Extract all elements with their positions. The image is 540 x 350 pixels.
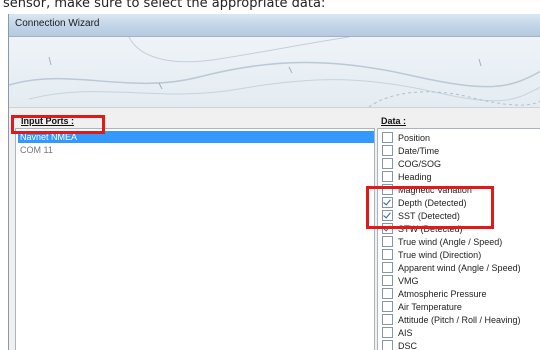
data-item-label: True wind (Direction) [398,249,482,260]
list-item-com11[interactable]: COM 11 [18,144,53,156]
data-item-label: Date/Time [398,145,440,156]
checkbox[interactable] [382,275,393,286]
checkbox[interactable] [382,236,393,247]
data-item-label: Heading [398,171,432,182]
checkbox[interactable] [382,262,393,273]
checkbox[interactable] [382,288,393,299]
annotation-highlight-port [11,115,105,134]
checkbox[interactable] [382,249,393,260]
data-item-label: DSC [398,340,418,350]
data-item[interactable]: True wind (Direction) [382,248,481,261]
data-item-label: Apparent wind (Angle / Speed) [398,262,521,273]
checkbox[interactable] [382,145,393,156]
connection-wizard-window: Connection Wizard Input Ports : Navnet N… [8,14,540,350]
data-item[interactable]: Apparent wind (Angle / Speed) [382,261,521,274]
input-ports-list[interactable]: Navnet NMEA COM 11 [15,128,375,350]
data-item[interactable]: Heading [382,170,432,183]
nautical-chart-image [9,37,540,107]
annotation-highlight-detected [366,186,494,229]
chart-banner [9,37,540,108]
data-item-label: Atmospheric Pressure [398,288,487,299]
data-item-label: AIS [398,327,413,338]
data-item-label: Attitude (Pitch / Roll / Heaving) [398,314,521,325]
data-item-label: True wind (Angle / Speed) [398,236,503,247]
data-item[interactable]: COG/SOG [382,157,441,170]
data-item[interactable]: DSC [382,339,417,350]
data-item-label: Air Temperature [398,301,462,312]
data-item[interactable]: Air Temperature [382,300,462,313]
data-checklist[interactable]: Position Date/Time COG/SOG Heading Magnetic … [377,128,540,350]
checkbox[interactable] [382,171,393,182]
data-item[interactable]: Attitude (Pitch / Roll / Heaving) [382,313,521,326]
data-item[interactable]: VMG [382,274,419,287]
data-item-label: Position [398,132,431,143]
data-item[interactable]: True wind (Angle / Speed) [382,235,502,248]
data-item[interactable]: Atmospheric Pressure [382,287,487,300]
window-title: Connection Wizard [15,18,100,29]
data-item-label: VMG [398,275,419,286]
title-bar: Connection Wizard [9,14,540,37]
checkbox[interactable] [382,158,393,169]
instruction-caption: sensor, make sure to select the appropri… [3,0,326,11]
data-item-label: COG/SOG [398,158,442,169]
checkbox[interactable] [382,327,393,338]
checkbox[interactable] [382,132,393,143]
checkbox[interactable] [382,314,393,325]
data-item[interactable]: AIS [382,326,413,339]
data-label: Data : [381,116,407,126]
checkbox[interactable] [382,340,393,350]
data-item[interactable]: Date/Time [382,144,439,157]
data-item[interactable]: Position [382,131,430,144]
checkbox[interactable] [382,301,393,312]
